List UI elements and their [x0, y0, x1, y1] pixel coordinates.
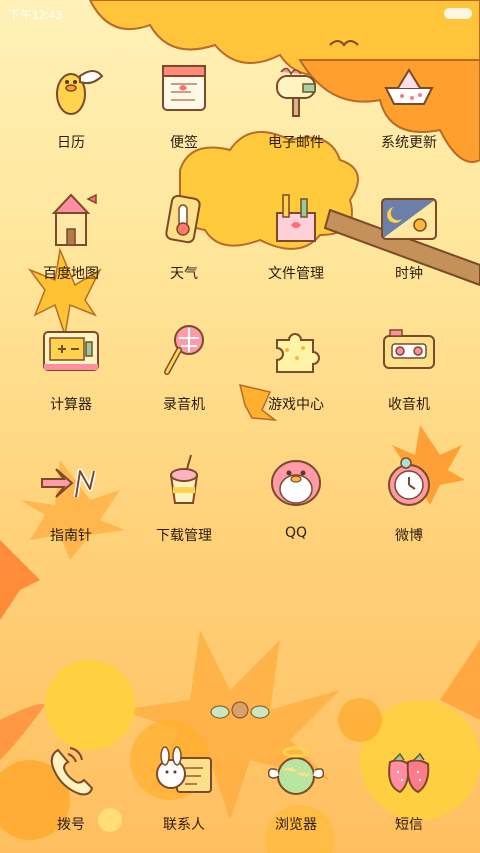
app-label: 短信 [395, 817, 423, 833]
app-file-manager[interactable]: 文件管理 [241, 189, 351, 299]
paper-boat-icon [384, 68, 434, 105]
app-label: 文件管理 [268, 266, 324, 282]
app-qq[interactable]: QQ [241, 451, 351, 561]
microphone-icon [164, 325, 204, 375]
app-label: 便签 [170, 135, 198, 151]
app-recorder[interactable]: 录音机 [129, 320, 239, 430]
app-label: 百度地图 [43, 266, 99, 282]
castle-icon [51, 193, 97, 246]
clock-text: 下午12:43 [8, 8, 63, 22]
status-bar: 下午12:43 [0, 0, 480, 26]
app-browser[interactable]: 浏览器 [241, 740, 351, 850]
app-weather[interactable]: 天气 [129, 189, 239, 299]
duck-icon [56, 70, 104, 115]
app-label: QQ [284, 525, 308, 541]
globe-angel-icon [267, 746, 325, 795]
app-label: 联系人 [163, 817, 205, 833]
app-compass[interactable]: 指南针 [16, 451, 126, 561]
drink-cup-icon [169, 454, 199, 504]
app-label: 拨号 [57, 817, 85, 833]
calculator-icon [43, 331, 99, 371]
bunny-card-icon [156, 746, 212, 793]
mailbox-icon [276, 67, 316, 117]
thermometer-icon [165, 194, 201, 244]
app-calculator[interactable]: 计算器 [16, 320, 126, 430]
phone-icon [50, 747, 94, 796]
app-clock[interactable]: 时钟 [354, 189, 464, 299]
app-download-manager[interactable]: 下载管理 [129, 451, 239, 561]
app-label: 计算器 [50, 397, 92, 413]
puzzle-icon [276, 333, 320, 373]
app-system-update[interactable]: 系统更新 [354, 58, 464, 168]
app-calendar[interactable]: 日历 [16, 58, 126, 168]
page-indicator[interactable] [210, 700, 270, 722]
battery-icon [444, 8, 472, 19]
cassette-icon [383, 329, 435, 369]
app-notes[interactable]: 便签 [129, 58, 239, 168]
app-label: 电子邮件 [268, 135, 324, 151]
app-label: 时钟 [395, 266, 423, 282]
app-messages[interactable]: 短信 [354, 740, 464, 850]
app-label: 游戏中心 [268, 397, 324, 413]
penguin-icon [271, 460, 321, 506]
app-label: 录音机 [163, 397, 205, 413]
pencil-box-icon [276, 194, 316, 242]
app-label: 浏览器 [275, 817, 317, 833]
app-weibo[interactable]: 微博 [354, 451, 464, 561]
app-game-center[interactable]: 游戏中心 [241, 320, 351, 430]
notepad-icon [162, 65, 206, 111]
app-label: 收音机 [388, 397, 430, 413]
app-email[interactable]: 电子邮件 [241, 58, 351, 168]
app-label: 指南针 [50, 528, 92, 544]
app-label: 天气 [170, 266, 198, 282]
app-baidu-map[interactable]: 百度地图 [16, 189, 126, 299]
app-radio[interactable]: 收音机 [354, 320, 464, 430]
app-contacts[interactable]: 联系人 [129, 740, 239, 850]
strawberry-icon [388, 752, 430, 794]
app-label: 下载管理 [156, 528, 212, 544]
arrow-n-icon [41, 468, 97, 498]
app-label: 系统更新 [381, 135, 437, 151]
alarm-clock-icon [388, 457, 430, 506]
app-label: 微博 [395, 528, 423, 544]
day-night-icon [381, 198, 437, 240]
app-label: 日历 [57, 135, 85, 151]
app-dialer[interactable]: 拨号 [16, 740, 126, 850]
